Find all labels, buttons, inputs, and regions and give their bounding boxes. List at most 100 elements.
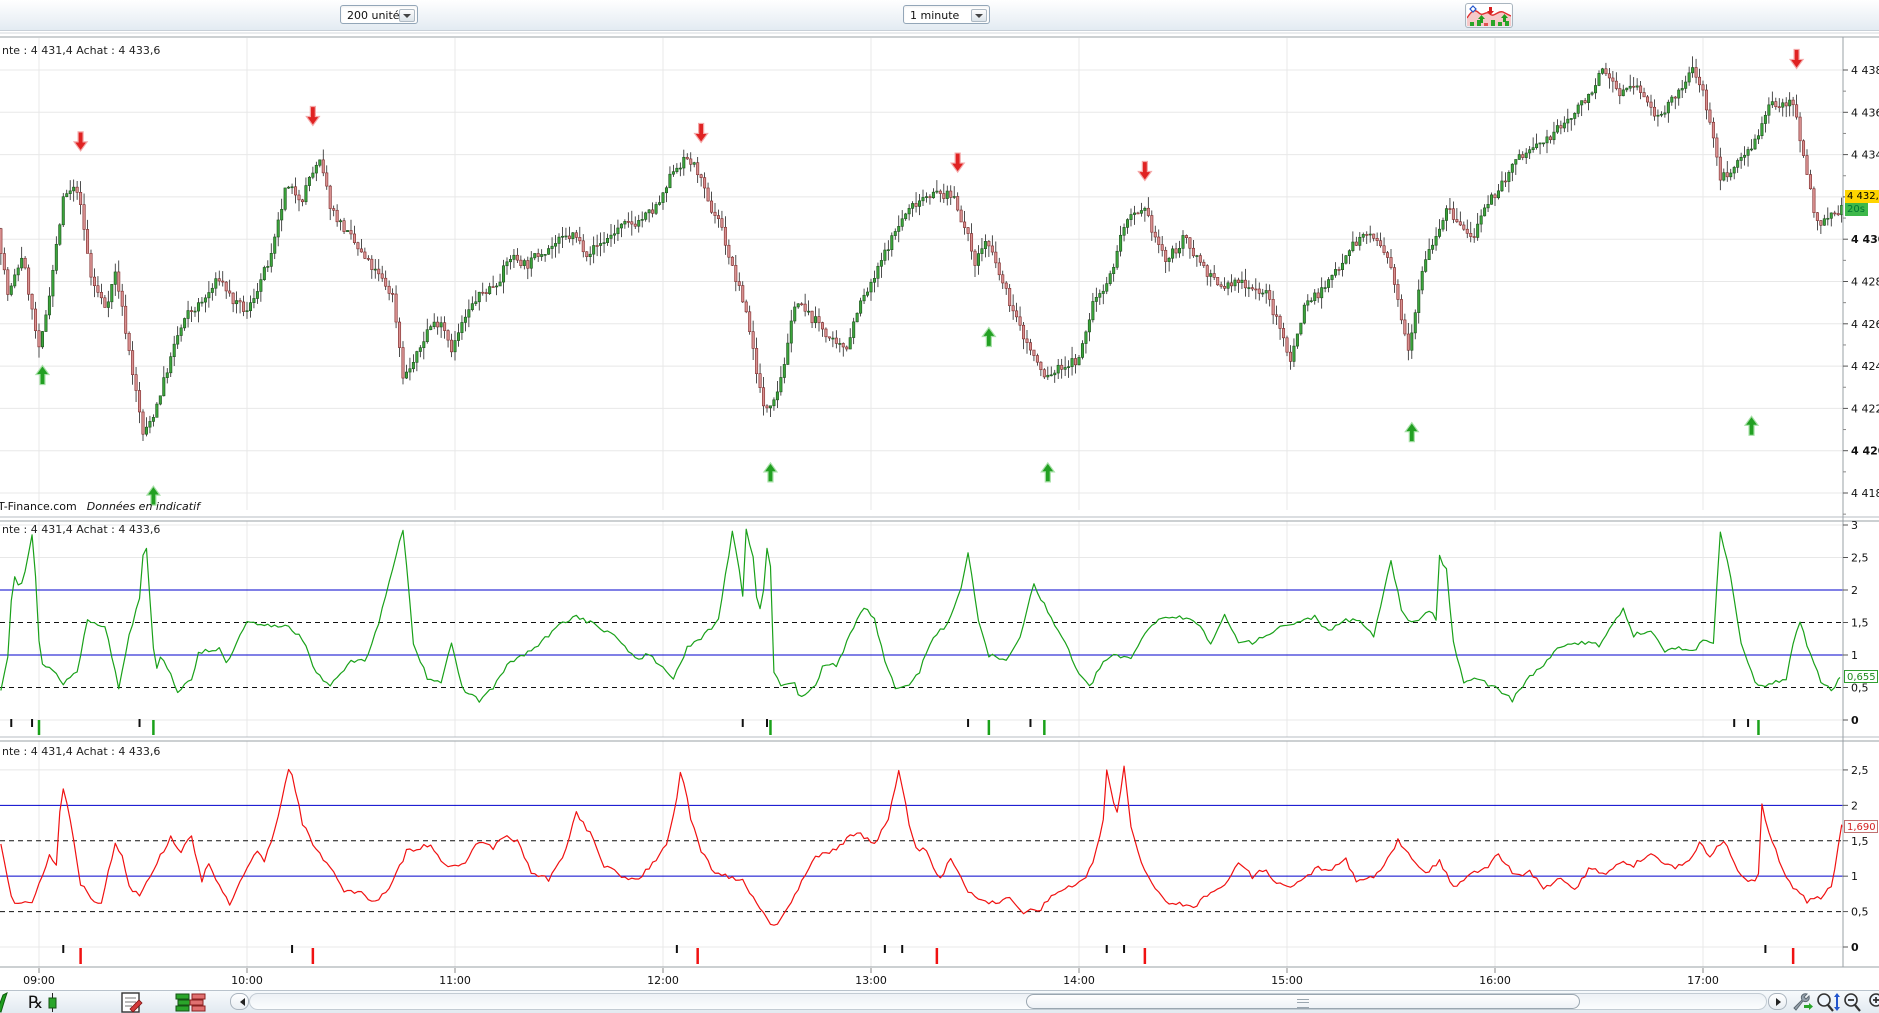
candle-body xyxy=(619,223,623,229)
candle-body xyxy=(1313,292,1317,301)
candle-body xyxy=(1808,174,1812,190)
candle-body xyxy=(1444,208,1448,221)
strategy-candle-icon[interactable]: ℞ xyxy=(28,992,62,1013)
candle-body xyxy=(883,249,887,261)
candle-body xyxy=(228,290,232,294)
candle-body xyxy=(1566,118,1570,124)
candle-body xyxy=(1673,96,1677,99)
candle-body xyxy=(1774,101,1778,107)
candle-body xyxy=(40,331,44,348)
candle-body xyxy=(973,250,977,266)
candle-body xyxy=(1500,180,1504,192)
signals-chart-button[interactable] xyxy=(1465,3,1513,28)
period-select[interactable]: 1 minute xyxy=(903,5,990,24)
candle-body xyxy=(602,242,606,244)
candle-body xyxy=(668,173,672,189)
time-axis-label: 17:00 xyxy=(1687,974,1719,987)
candle-body xyxy=(997,262,1001,276)
candle-body xyxy=(727,244,731,258)
zoom-in-icon[interactable] xyxy=(1867,992,1879,1013)
price-axis-label: 4 438 xyxy=(1851,64,1879,77)
chevron-down-icon[interactable] xyxy=(399,9,415,22)
candle-body xyxy=(1410,332,1414,351)
candle-body xyxy=(1632,85,1636,88)
notes-document-icon[interactable] xyxy=(120,992,146,1013)
candle-body xyxy=(751,331,755,349)
pointer-arrow-icon[interactable] xyxy=(0,992,11,1013)
candle-body xyxy=(612,233,616,236)
candle-body xyxy=(758,373,762,388)
candle-body xyxy=(165,372,169,378)
candle-body xyxy=(942,193,946,199)
candle-body xyxy=(689,158,693,165)
zoom-out-icon[interactable] xyxy=(1842,992,1866,1013)
candle-body xyxy=(1680,88,1684,91)
candle-body xyxy=(1025,338,1029,343)
candle-body xyxy=(911,203,915,209)
scrollbar-left-button[interactable] xyxy=(230,993,249,1010)
candle-body xyxy=(512,254,516,260)
scrollbar-right-button[interactable] xyxy=(1768,993,1787,1010)
candle-body xyxy=(34,308,38,332)
candle-body xyxy=(1261,292,1265,295)
candle-body xyxy=(342,220,346,232)
candle-body xyxy=(446,330,450,341)
candle-body xyxy=(567,235,571,239)
candle-body xyxy=(1126,219,1130,228)
candle-body xyxy=(1379,240,1383,247)
candle-body xyxy=(463,316,467,323)
zoom-vertical-icon[interactable] xyxy=(1815,992,1841,1013)
candle-body xyxy=(1254,288,1258,291)
candle-body xyxy=(1580,100,1584,106)
candle-body xyxy=(540,254,544,257)
sell-signal-arrow xyxy=(305,105,321,127)
candle-body xyxy=(311,172,315,178)
order-book-icon[interactable] xyxy=(175,992,209,1013)
candle-body xyxy=(1032,349,1036,356)
candle-body xyxy=(935,190,939,193)
candle-body xyxy=(1746,149,1750,156)
units-select[interactable]: 200 unités xyxy=(340,5,418,24)
candle-body xyxy=(924,196,928,198)
wrench-settings-icon[interactable] xyxy=(1790,992,1814,1013)
candle-body xyxy=(1015,310,1019,318)
candle-body xyxy=(1375,238,1379,241)
candle-body xyxy=(1510,163,1514,173)
price-panel-header: nte : 4 431,4 Achat : 4 433,6 xyxy=(2,44,161,57)
candle-body xyxy=(1642,92,1646,98)
candle-body xyxy=(82,204,86,230)
current-price-badge: 4 432, xyxy=(1845,190,1879,204)
candle-body xyxy=(1247,287,1251,289)
candle-body xyxy=(890,235,894,250)
candle-body xyxy=(1600,68,1604,74)
candle-body xyxy=(1781,102,1785,108)
candle-body xyxy=(907,208,911,215)
green-panel-header: nte : 4 431,4 Achat : 4 433,6 xyxy=(2,523,161,536)
candle-body xyxy=(1472,236,1476,238)
candle-body xyxy=(203,297,207,303)
candle-body xyxy=(495,285,499,288)
candle-body xyxy=(474,301,478,304)
candle-body xyxy=(1490,194,1494,205)
candle-body xyxy=(138,390,142,413)
candle-body xyxy=(970,233,974,252)
candle-body xyxy=(335,209,339,223)
candle-body xyxy=(1677,89,1681,99)
candle-body xyxy=(609,234,613,239)
chart-area[interactable]: 4 4384 4364 4344 4324 4304 4284 4264 424… xyxy=(0,0,1879,990)
candle-body xyxy=(1670,96,1674,103)
candle-body xyxy=(23,257,27,269)
scrollbar-thumb[interactable] xyxy=(1026,994,1580,1009)
horizontal-scrollbar[interactable] xyxy=(249,993,1767,1010)
chevron-down-icon[interactable] xyxy=(971,9,987,22)
candle-body xyxy=(103,297,107,308)
candle-body xyxy=(1309,300,1313,302)
candle-body xyxy=(1368,233,1372,236)
candle-body xyxy=(151,417,155,422)
candle-body xyxy=(845,346,849,350)
candle-body xyxy=(1236,279,1240,283)
candle-body xyxy=(408,368,412,373)
candle-body xyxy=(411,362,415,370)
candle-body xyxy=(120,290,124,307)
candle-body xyxy=(339,220,343,223)
